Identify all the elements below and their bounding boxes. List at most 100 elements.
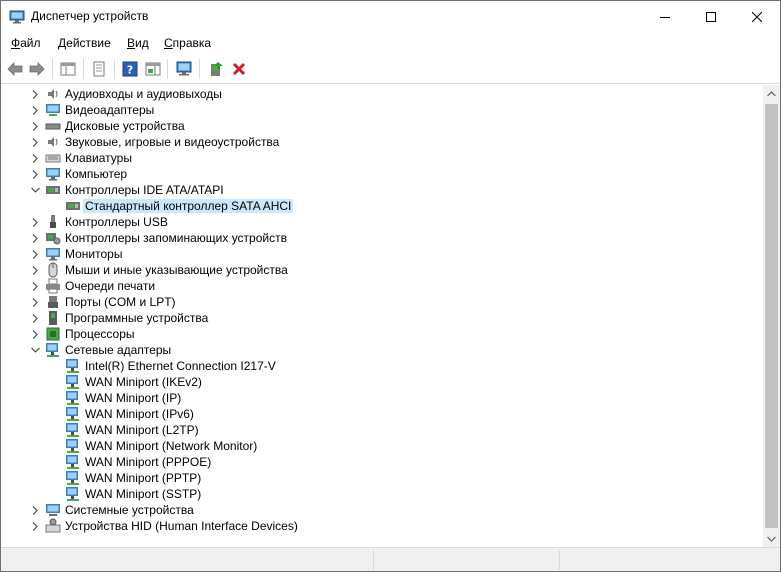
- device-manager-icon: [9, 10, 25, 24]
- tree-category[interactable]: Звуковые, игровые и видеоустройства: [3, 134, 743, 150]
- tree-category[interactable]: Устройства HID (Human Interface Devices): [3, 518, 743, 534]
- chevron-right-icon[interactable]: [29, 134, 41, 150]
- network-adapter-icon: [66, 487, 79, 501]
- tree-item-label: WAN Miniport (Network Monitor): [85, 439, 258, 453]
- close-button[interactable]: [734, 1, 780, 32]
- tree-category[interactable]: Мыши и иные указывающие устройства: [3, 262, 743, 278]
- chevron-right-icon[interactable]: [29, 166, 41, 182]
- menu-file[interactable]: Файл: [11, 36, 41, 50]
- tree-item-label: Аудиовходы и аудиовыходы: [65, 87, 222, 101]
- menu-action[interactable]: Действие: [58, 36, 111, 50]
- tree-device[interactable]: WAN Miniport (IKEv2): [3, 374, 743, 390]
- chevron-right-icon[interactable]: [29, 502, 41, 518]
- tree-category[interactable]: Компьютер: [3, 166, 743, 182]
- tree-item-label: WAN Miniport (IPv6): [85, 407, 194, 421]
- tree-device[interactable]: WAN Miniport (PPPOE): [3, 454, 743, 470]
- keyboard-icon: [45, 154, 61, 163]
- tree-category[interactable]: Порты (COM и LPT): [3, 294, 743, 310]
- software-device-icon: [49, 311, 57, 325]
- uninstall-icon: [232, 62, 246, 76]
- chevron-right-icon[interactable]: [29, 326, 41, 342]
- ide-controller-icon: [66, 202, 80, 210]
- maximize-icon: [706, 11, 716, 22]
- network-adapter-icon: [66, 391, 79, 405]
- tree-category[interactable]: Процессоры: [3, 326, 743, 342]
- chevron-right-icon[interactable]: [29, 246, 41, 262]
- menu-bar: Файл Действие Вид Справка: [1, 32, 780, 54]
- chevron-right-icon[interactable]: [29, 86, 41, 102]
- hid-icon: [45, 518, 61, 533]
- tree-device[interactable]: WAN Miniport (L2TP): [3, 422, 743, 438]
- vertical-scrollbar[interactable]: [763, 85, 780, 547]
- tree-category[interactable]: Очереди печати: [3, 278, 743, 294]
- tree-item-label: Компьютер: [65, 167, 128, 181]
- tree-item-label: Клавиатуры: [65, 151, 132, 165]
- chevron-right-icon[interactable]: [29, 118, 41, 134]
- tree-item-label: Стандартный контроллер SATA AHCI: [83, 199, 294, 213]
- tree-device[interactable]: WAN Miniport (IPv6): [3, 406, 743, 422]
- tree-item-label: Звуковые, игровые и видеоустройства: [65, 135, 280, 149]
- scroll-down-button[interactable]: [763, 530, 780, 547]
- chevron-right-icon[interactable]: [29, 518, 41, 534]
- minimize-icon: [660, 16, 670, 18]
- chevron-right-icon[interactable]: [29, 310, 41, 326]
- chevron-right-icon[interactable]: [29, 230, 41, 246]
- tree-category[interactable]: Системные устройства: [3, 502, 743, 518]
- back-button[interactable]: [4, 58, 26, 80]
- tree-category[interactable]: Клавиатуры: [3, 150, 743, 166]
- minimize-button[interactable]: [642, 1, 688, 32]
- chevron-right-icon[interactable]: [29, 278, 41, 294]
- tree-item-label: Контроллеры запоминающих устройств: [65, 231, 287, 245]
- svg-text:?: ?: [127, 64, 133, 77]
- tree-device[interactable]: WAN Miniport (SSTP): [3, 486, 743, 502]
- tree-category[interactable]: Контроллеры USB: [3, 214, 743, 230]
- scroll-up-button[interactable]: [763, 85, 780, 102]
- chevron-right-icon[interactable]: [29, 150, 41, 166]
- tree-item-label: Контроллеры IDE ATA/ATAPI: [65, 183, 224, 197]
- menu-help[interactable]: Справка: [164, 36, 211, 50]
- update-driver-button[interactable]: [205, 58, 227, 80]
- chevron-down-icon: [767, 536, 776, 542]
- tree-device[interactable]: Intel(R) Ethernet Connection I217-V: [3, 358, 743, 374]
- action-pane-button[interactable]: [142, 58, 164, 80]
- tree-category[interactable]: Сетевые адаптеры: [3, 342, 743, 358]
- help-button[interactable]: ?: [119, 58, 141, 80]
- forward-button[interactable]: [26, 58, 48, 80]
- tree-device[interactable]: WAN Miniport (PPTP): [3, 470, 743, 486]
- scan-hardware-button[interactable]: [173, 58, 195, 80]
- tree-device[interactable]: Стандартный контроллер SATA AHCI: [3, 198, 743, 214]
- tree-category[interactable]: Видеоадаптеры: [3, 102, 743, 118]
- processor-icon: [46, 327, 60, 341]
- chevron-right-icon[interactable]: [29, 102, 41, 118]
- tree-category[interactable]: Контроллеры IDE ATA/ATAPI: [3, 182, 743, 198]
- status-panel: [373, 550, 559, 570]
- network-adapter-icon: [66, 471, 79, 485]
- chevron-right-icon[interactable]: [29, 294, 41, 310]
- show-hide-tree-icon: [60, 62, 76, 76]
- chevron-down-icon[interactable]: [29, 182, 41, 198]
- forward-icon: [29, 62, 45, 76]
- tree-category[interactable]: Дисковые устройства: [3, 118, 743, 134]
- chevron-down-icon[interactable]: [29, 342, 41, 358]
- tree-item-label: Устройства HID (Human Interface Devices): [65, 519, 298, 533]
- tree-device[interactable]: WAN Miniport (Network Monitor): [3, 438, 743, 454]
- tree-category[interactable]: Программные устройства: [3, 310, 743, 326]
- toolbar: ?: [1, 54, 780, 84]
- properties-button[interactable]: [88, 58, 110, 80]
- device-tree[interactable]: Аудиовходы и аудиовыходы Видеоадаптеры Дис…: [3, 85, 763, 547]
- chevron-right-icon[interactable]: [29, 262, 41, 278]
- tree-category[interactable]: Аудиовходы и аудиовыходы: [3, 86, 743, 102]
- show-hide-tree-button[interactable]: [57, 58, 79, 80]
- scroll-thumb[interactable]: [765, 104, 778, 528]
- tree-category[interactable]: Мониторы: [3, 246, 743, 262]
- tree-device[interactable]: WAN Miniport (IP): [3, 390, 743, 406]
- title-bar[interactable]: Диспетчер устройств: [1, 1, 780, 32]
- close-icon: [752, 11, 762, 22]
- mouse-icon: [48, 262, 58, 278]
- tree-item-label: Контроллеры USB: [65, 215, 168, 229]
- uninstall-button[interactable]: [228, 58, 250, 80]
- chevron-right-icon[interactable]: [29, 214, 41, 230]
- maximize-button[interactable]: [688, 1, 734, 32]
- menu-view[interactable]: Вид: [127, 36, 149, 50]
- tree-category[interactable]: Контроллеры запоминающих устройств: [3, 230, 743, 246]
